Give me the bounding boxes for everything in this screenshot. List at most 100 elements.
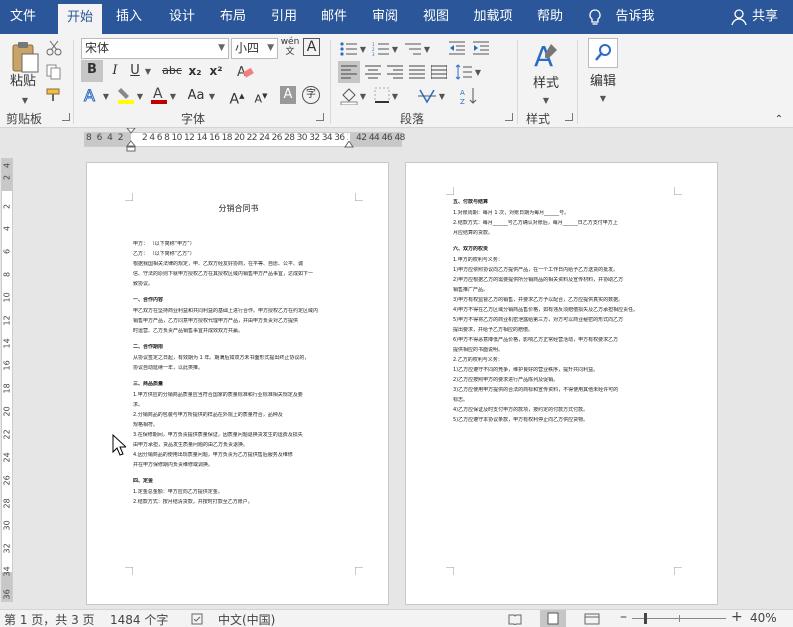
document-page-1[interactable]: 分销合同书 甲方： （以下简称“甲方”） 乙方： （以下简称“乙方”） 根据我国相关…	[86, 162, 389, 605]
tab-mailings[interactable]: 邮件	[314, 0, 354, 34]
horizontal-ruler[interactable]: 8 6 4 2 2 4 6 8 10 12 14 16 18 20 22 24 …	[0, 128, 793, 152]
paragraph-line: 2.乙方的权利与义务：	[453, 357, 503, 363]
tab-addins[interactable]: 加载项	[467, 0, 519, 34]
sort-icon[interactable]: AZ	[460, 87, 478, 105]
paste-dropdown[interactable]: ▼	[20, 90, 30, 111]
tab-help[interactable]: 帮助	[530, 0, 570, 34]
tell-me-search[interactable]: 告诉我	[612, 0, 658, 34]
paragraph-line: 提供相应的书面说明。	[453, 347, 504, 353]
character-shading-button[interactable]: A	[280, 86, 296, 104]
chinese-layout-icon[interactable]	[417, 87, 437, 105]
tab-layout[interactable]: 布局	[213, 0, 253, 34]
vruler-number: 14	[2, 338, 12, 349]
text-effects-dropdown[interactable]: ▼	[101, 86, 111, 107]
vruler-number: 24	[2, 452, 12, 463]
clear-formatting-icon[interactable]: A	[236, 63, 254, 79]
phonetic-guide-button[interactable]: wén 文	[280, 37, 300, 57]
align-left-button[interactable]	[338, 61, 360, 83]
font-name-combo[interactable]: 宋体 ▼	[81, 38, 229, 59]
text-effects-icon[interactable]: A	[83, 86, 101, 104]
print-layout-icon[interactable]	[540, 610, 566, 627]
borders-dropdown[interactable]: ▼	[390, 86, 400, 107]
share-button[interactable]: 共享	[748, 0, 782, 34]
font-color-icon[interactable]: A	[150, 85, 168, 105]
search-icon[interactable]	[588, 38, 618, 68]
change-case-dropdown[interactable]: ▼	[207, 86, 217, 107]
enclose-characters-button[interactable]: 字	[302, 86, 320, 104]
grow-font-button[interactable]: A▲	[228, 86, 246, 110]
font-size-combo[interactable]: 小四 ▼	[231, 38, 278, 59]
paste-icon[interactable]	[10, 40, 40, 74]
justify-button[interactable]	[406, 61, 428, 83]
shrink-font-button[interactable]: A▼	[252, 86, 270, 110]
web-layout-icon[interactable]	[584, 613, 600, 625]
copy-icon[interactable]	[46, 64, 62, 80]
section-heading: 六、双方的权责	[453, 246, 489, 252]
tab-design[interactable]: 设计	[162, 0, 202, 34]
distributed-button[interactable]	[428, 61, 450, 83]
bold-button[interactable]: B	[81, 60, 103, 82]
shading-dropdown[interactable]: ▼	[358, 86, 368, 107]
paragraph-launcher[interactable]	[505, 113, 513, 121]
tab-home[interactable]: 开始	[58, 4, 102, 34]
increase-indent-icon[interactable]	[472, 41, 490, 55]
character-border-button[interactable]: A	[303, 38, 320, 56]
svg-text:Z: Z	[460, 98, 465, 105]
chinese-layout-dropdown[interactable]: ▼	[437, 86, 447, 107]
editing-dropdown[interactable]: ▼	[598, 88, 608, 109]
language-indicator[interactable]: 中文(中国)	[218, 611, 275, 627]
styles-dropdown[interactable]: ▼	[541, 90, 551, 111]
underline-dropdown[interactable]: ▼	[143, 61, 153, 82]
read-mode-icon[interactable]	[508, 613, 522, 625]
line-spacing-icon[interactable]	[455, 64, 473, 80]
italic-button[interactable]: I	[105, 61, 125, 81]
styles-icon[interactable]: A	[531, 40, 561, 72]
underline-button[interactable]: U	[127, 61, 143, 81]
zoom-in-button[interactable]: +	[731, 609, 743, 625]
paste-button[interactable]: 粘贴	[6, 72, 40, 92]
tab-file[interactable]: 文件	[4, 0, 42, 34]
numbering-dropdown[interactable]: ▼	[390, 39, 400, 60]
zoom-out-button[interactable]: –	[620, 609, 627, 625]
line-spacing-dropdown[interactable]: ▼	[473, 62, 483, 83]
subscript-button[interactable]: x₂	[186, 61, 204, 81]
collapse-ribbon-button[interactable]: ⌃	[772, 110, 786, 130]
bullets-icon[interactable]	[340, 42, 358, 56]
crop-mark	[125, 567, 133, 575]
borders-icon[interactable]	[374, 87, 390, 103]
superscript-button[interactable]: x²	[207, 61, 225, 81]
zoom-level[interactable]: 40%	[750, 611, 777, 625]
proofing-icon[interactable]	[191, 613, 203, 625]
cut-icon[interactable]	[46, 40, 62, 56]
right-indent-marker[interactable]	[344, 141, 354, 149]
multilevel-list-icon[interactable]	[404, 42, 422, 56]
strikethrough-button[interactable]: abc	[160, 61, 184, 81]
shading-icon[interactable]	[340, 87, 358, 105]
indent-marker[interactable]	[126, 128, 136, 152]
tab-insert[interactable]: 插入	[109, 0, 149, 34]
word-count[interactable]: 1484 个字	[110, 611, 168, 627]
tab-references[interactable]: 引用	[264, 0, 304, 34]
highlight-dropdown[interactable]: ▼	[135, 86, 145, 107]
change-case-button[interactable]: Aa	[184, 86, 208, 106]
zoom-slider-thumb[interactable]	[644, 613, 647, 624]
numbering-icon[interactable]: 123	[372, 42, 390, 56]
font-launcher[interactable]	[316, 113, 324, 121]
tab-view[interactable]: 视图	[416, 0, 456, 34]
ruler-right-numbers: 42 44 46 48	[356, 133, 405, 143]
bullets-dropdown[interactable]: ▼	[358, 39, 368, 60]
grow-font-label: A	[229, 91, 240, 108]
styles-launcher[interactable]	[565, 113, 573, 121]
document-page-2[interactable]: 五、付款与结算 1.对账周期：每月 1 次，对账日期为每月______号。 2.结款…	[405, 162, 718, 605]
font-color-dropdown[interactable]: ▼	[168, 86, 178, 107]
clipboard-launcher[interactable]	[62, 113, 70, 121]
align-center-button[interactable]	[362, 61, 384, 83]
tab-review[interactable]: 审阅	[365, 0, 405, 34]
highlight-icon[interactable]	[116, 85, 136, 105]
multilevel-list-dropdown[interactable]: ▼	[422, 39, 432, 60]
page-count[interactable]: 第 1 页，共 3 页	[4, 611, 95, 627]
align-right-button[interactable]	[384, 61, 406, 83]
vertical-ruler[interactable]: 4 2 2 4 6 8 10 12 14 16 18 20 22 24 26 28 30 32 34 36	[0, 152, 14, 604]
decrease-indent-icon[interactable]	[448, 41, 466, 55]
format-painter-icon[interactable]	[46, 87, 64, 103]
